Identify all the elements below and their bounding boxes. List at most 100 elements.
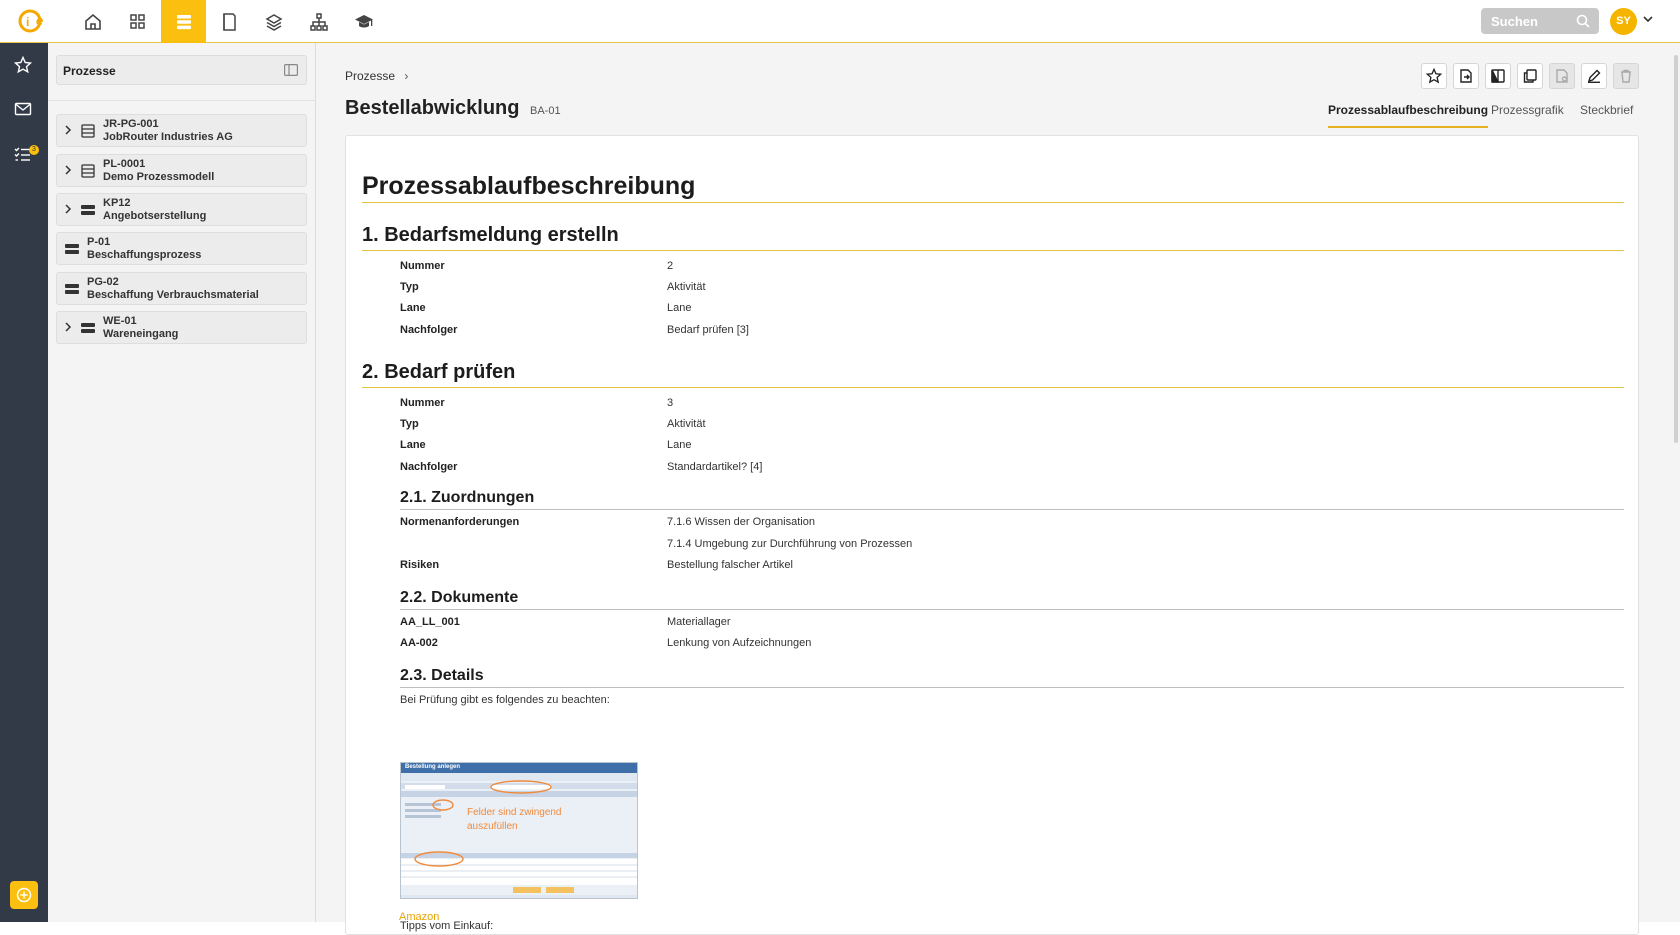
- search-input[interactable]: Suchen: [1481, 8, 1599, 34]
- document-name: Lenkung von Aufzeichnungen: [667, 637, 812, 649]
- tree-item-jr-pg-001[interactable]: JR-PG-001 JobRouter Industries AG: [56, 114, 307, 147]
- svg-text:e: e: [36, 13, 43, 28]
- norm-value: 7.1.4 Umgebung zur Durchführung von Proz…: [667, 538, 913, 550]
- export-button[interactable]: [1453, 63, 1479, 89]
- field-label: Typ: [400, 281, 419, 293]
- section-heading: 1. Bedarfsmeldung erstelln: [362, 224, 619, 246]
- subsection-heading: 2.3. Details: [400, 667, 484, 684]
- tree-item-kp12[interactable]: KP12 Angebotserstellung: [56, 193, 307, 226]
- org-chart-icon[interactable]: [296, 0, 341, 43]
- tab-label: Prozessgrafik: [1491, 103, 1564, 117]
- plus-circle-icon[interactable]: [10, 881, 38, 909]
- chevron-right-icon[interactable]: [64, 204, 72, 214]
- delete-icon: [1619, 69, 1633, 83]
- tree-item-pg-02[interactable]: PG-02 Beschaffung Verbrauchsmaterial: [56, 272, 307, 305]
- document-disabled-icon: [1555, 69, 1569, 83]
- chevron-right-icon[interactable]: [64, 125, 72, 135]
- left-rail: [0, 43, 48, 922]
- document-code[interactable]: AA-002: [400, 637, 438, 649]
- screenshot-note: Felder sind zwingend auszufüllen: [467, 807, 562, 832]
- task-count-badge: 3: [29, 145, 39, 155]
- page-title: Bestellabwicklung: [345, 97, 520, 119]
- toolbar: [1421, 63, 1645, 89]
- star-icon[interactable]: [14, 56, 34, 76]
- process-icon: [65, 242, 79, 256]
- search-label: Suchen: [1491, 14, 1538, 29]
- app-logo[interactable]: ie: [18, 8, 50, 34]
- tree-item-code: PL-0001: [103, 158, 146, 170]
- section-heading: 2. Bedarf prüfen: [362, 361, 516, 383]
- process-group-icon: [81, 164, 95, 178]
- embedded-screenshot[interactable]: Bestellung anlegen Felder sind zwingend …: [400, 762, 638, 899]
- successor-link[interactable]: Standardartikel? [4]: [667, 461, 762, 473]
- tree-item-name: Beschaffungsprozess: [87, 249, 202, 261]
- svg-text:i: i: [26, 15, 29, 29]
- compare-button[interactable]: [1485, 63, 1511, 89]
- breadcrumb-link[interactable]: Prozesse: [345, 69, 395, 83]
- scrollbar[interactable]: [1672, 43, 1680, 922]
- academy-icon[interactable]: [341, 0, 386, 43]
- tree-item-p-01[interactable]: P-01 Beschaffungsprozess: [56, 232, 307, 265]
- tree-item-code: KP12: [103, 197, 131, 209]
- field-label: Typ: [400, 418, 419, 430]
- process-sidebar: Prozesse JR-PG-001 JobRouter Industries …: [48, 43, 316, 922]
- document-code[interactable]: AA_LL_001: [400, 616, 460, 628]
- tree-item-name: Angebotserstellung: [103, 210, 207, 222]
- top-bar: ie Suchen SY: [0, 0, 1680, 43]
- amazon-link[interactable]: Amazon: [399, 911, 439, 923]
- tree-item-pl-0001[interactable]: PL-0001 Demo Prozessmodell: [56, 154, 307, 187]
- process-icon: [65, 282, 79, 296]
- field-value: 3: [667, 397, 674, 409]
- subsection-heading: 2.1. Zuordnungen: [400, 489, 535, 506]
- sidebar-title: Prozesse: [63, 64, 116, 78]
- sidebar-header: Prozesse: [56, 55, 307, 85]
- field-label: Nummer: [400, 260, 445, 272]
- mail-icon[interactable]: [14, 101, 34, 121]
- favorite-button[interactable]: [1421, 63, 1447, 89]
- avatar[interactable]: SY: [1610, 8, 1637, 35]
- processes-icon[interactable]: [161, 0, 206, 43]
- edit-button[interactable]: [1581, 63, 1607, 89]
- divider: [400, 609, 1624, 610]
- tree-item-code: JR-PG-001: [103, 118, 159, 130]
- tab-steckbrief[interactable]: Steckbrief: [1580, 103, 1633, 117]
- tab-prozessablaufbeschreibung[interactable]: Prozessablaufbeschreibung: [1328, 103, 1489, 128]
- content-title: Prozessablaufbeschreibung: [362, 172, 696, 200]
- tree-item-name: JobRouter Industries AG: [103, 131, 233, 143]
- field-value: Lane: [667, 439, 692, 451]
- layers-icon[interactable]: [251, 0, 296, 43]
- sidebar-divider: [48, 100, 316, 101]
- field-label: Lane: [400, 439, 426, 451]
- description-card: Prozessablaufbeschreibung 1. Bedarfsmeld…: [345, 135, 1639, 935]
- document-button[interactable]: [1549, 63, 1575, 89]
- successor-link[interactable]: Bedarf prüfen [3]: [667, 324, 749, 336]
- subsection-heading: 2.2. Dokumente: [400, 589, 519, 606]
- page-code: BA-01: [530, 105, 561, 117]
- home-icon[interactable]: [70, 0, 115, 43]
- field-label: Lane: [400, 302, 426, 314]
- chevron-right-icon[interactable]: [64, 322, 72, 332]
- export-icon: [1459, 69, 1473, 83]
- dashboard-icon[interactable]: [115, 0, 160, 43]
- breadcrumb-separator-icon: ›: [404, 69, 409, 83]
- sidebar-toggle-icon[interactable]: [284, 64, 298, 76]
- divider: [362, 202, 1624, 203]
- copy-button[interactable]: [1517, 63, 1543, 89]
- field-value: Lane: [667, 302, 692, 314]
- field-label: Nachfolger: [400, 461, 458, 473]
- field-label: Nummer: [400, 397, 445, 409]
- tab-prozessgrafik[interactable]: Prozessgrafik: [1491, 103, 1564, 117]
- divider: [400, 509, 1624, 510]
- field-value: Bestellung falscher Artikel: [667, 559, 793, 571]
- field-value: 2: [667, 260, 674, 272]
- chevron-down-icon[interactable]: [1643, 15, 1653, 23]
- process-icon: [81, 203, 95, 217]
- tree-item-we-01[interactable]: WE-01 Wareneingang: [56, 311, 307, 344]
- norm-value: 7.1.6 Wissen der Organisation: [667, 516, 815, 528]
- documents-icon[interactable]: [206, 0, 251, 43]
- delete-button[interactable]: [1613, 63, 1639, 89]
- scrollbar-thumb[interactable]: [1674, 55, 1678, 443]
- main-content: Prozesse › Bestellabwicklung BA-01 Proze…: [316, 43, 1680, 935]
- tab-label: Steckbrief: [1580, 103, 1634, 117]
- chevron-right-icon[interactable]: [64, 165, 72, 175]
